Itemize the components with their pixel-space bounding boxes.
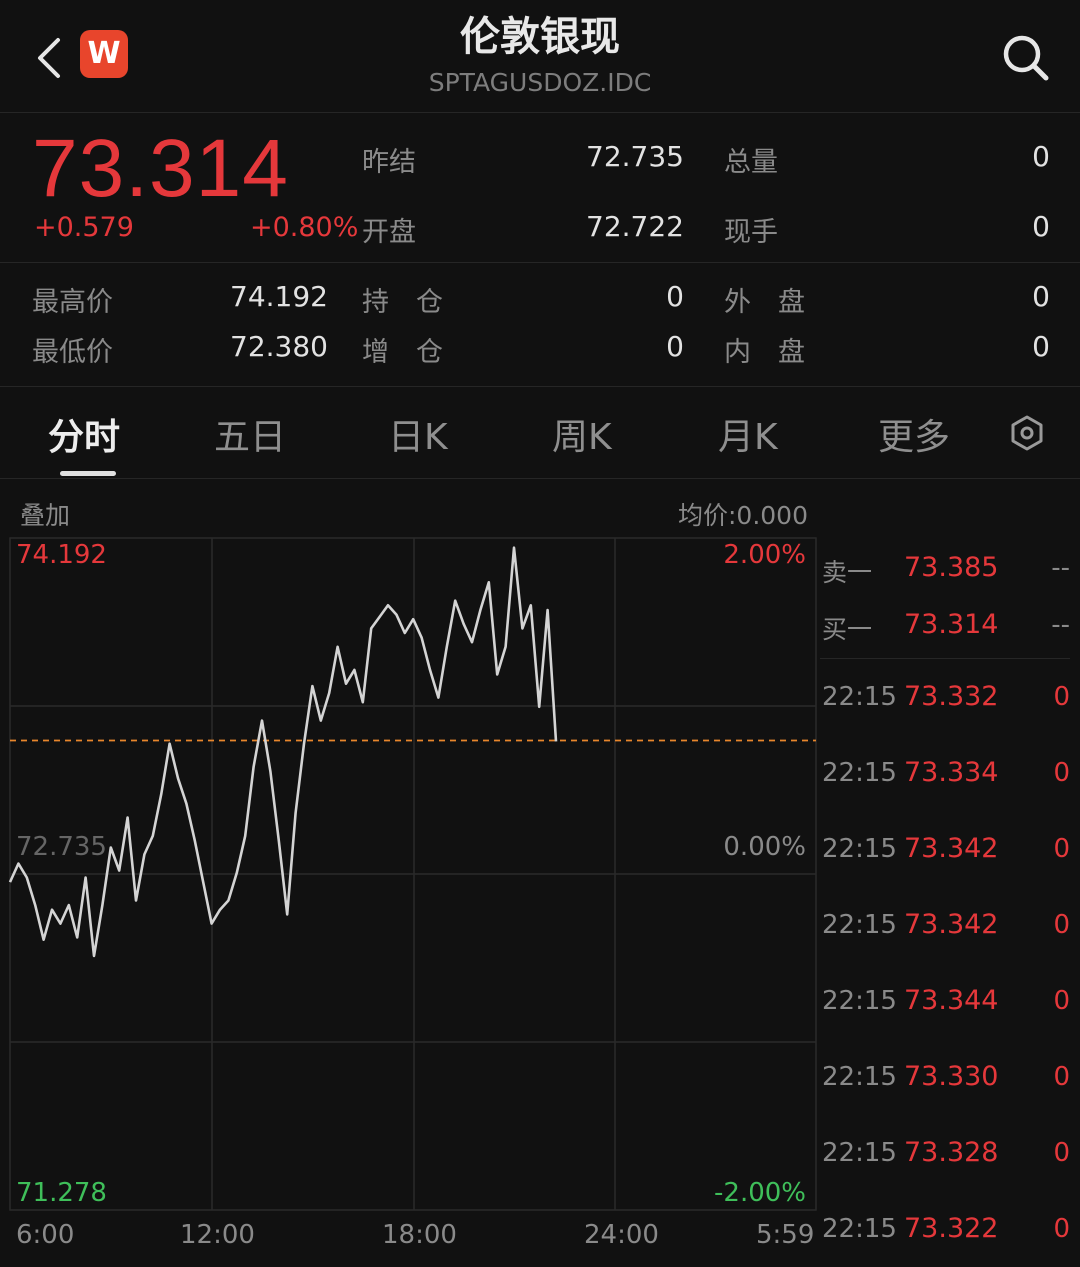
price-change: +0.579	[34, 212, 134, 243]
chart-grid	[9, 537, 817, 1211]
low-value: 72.380	[230, 330, 328, 363]
back-icon[interactable]	[30, 34, 70, 82]
prev-settle-value: 72.735	[586, 140, 684, 173]
tab-monthly-k[interactable]: 月K	[718, 408, 778, 460]
prev-settle-label: 昨结	[362, 147, 416, 178]
page-title: 伦敦银现	[460, 14, 620, 60]
total-volume-label: 总量	[724, 147, 778, 178]
tick-time: 22:15	[822, 1062, 897, 1092]
oi-change-label: 增 仓	[362, 337, 443, 368]
y-axis-top-label: 74.192	[16, 540, 107, 570]
high-value: 74.192	[230, 280, 328, 313]
tick-price: 73.334	[904, 757, 999, 788]
tick-price: 73.342	[904, 909, 999, 940]
x-axis-label: 6:00	[16, 1220, 75, 1250]
tick-price: 73.342	[904, 833, 999, 864]
pct-axis-bottom-label: -2.00%	[714, 1178, 806, 1208]
y-axis-mid-label: 72.735	[16, 832, 107, 862]
order-book-divider	[820, 658, 1070, 659]
x-axis-label: 12:00	[180, 1220, 255, 1250]
x-axis-label: 5:59	[756, 1220, 815, 1250]
low-label: 最低价	[32, 337, 113, 368]
tick-time: 22:15	[822, 758, 897, 788]
open-label: 开盘	[362, 217, 416, 248]
inner-volume-label: 内 盘	[724, 337, 805, 368]
tick-price: 73.328	[904, 1137, 999, 1168]
y-axis-bottom-label: 71.278	[16, 1178, 107, 1208]
header: W 伦敦银现 SPTAGUSDOZ.IDC	[0, 0, 1080, 112]
pct-axis-mid-label: 0.00%	[723, 832, 806, 862]
settings-icon[interactable]	[1008, 414, 1046, 452]
tick-volume: 0	[1053, 1214, 1070, 1244]
x-axis-label: 18:00	[382, 1220, 457, 1250]
tick-price: 73.322	[904, 1213, 999, 1244]
tick-volume: 0	[1053, 910, 1070, 940]
price-change-percent: +0.80%	[250, 212, 359, 243]
tick-price: 73.332	[904, 681, 999, 712]
tick-price: 73.330	[904, 1061, 999, 1092]
open-value: 72.722	[586, 210, 684, 243]
price-series-line	[8, 546, 558, 958]
tab-more[interactable]: 更多	[878, 408, 950, 460]
high-label: 最高价	[32, 287, 113, 318]
inner-volume-value: 0	[1032, 330, 1050, 363]
x-axis-label: 24:00	[584, 1220, 659, 1250]
tick-time: 22:15	[822, 986, 897, 1016]
tick-volume: 0	[1053, 986, 1070, 1016]
app-logo: W	[80, 30, 128, 78]
stats-divider	[0, 386, 1080, 387]
outer-volume-label: 外 盘	[724, 287, 805, 318]
overlay-button[interactable]: 叠加	[20, 496, 70, 532]
bid-label: 买一	[822, 615, 873, 644]
tick-volume: 0	[1053, 758, 1070, 788]
tabs-divider	[0, 478, 1080, 479]
outer-volume-value: 0	[1032, 280, 1050, 313]
search-icon[interactable]	[1000, 32, 1052, 84]
last-price: 73.314	[32, 123, 289, 214]
tick-volume: 0	[1053, 1062, 1070, 1092]
tick-time: 22:15	[822, 1138, 897, 1168]
open-interest-value: 0	[666, 280, 684, 313]
open-interest-label: 持 仓	[362, 287, 443, 318]
total-volume-value: 0	[1032, 140, 1050, 173]
pct-axis-top-label: 2.00%	[723, 540, 806, 570]
current-lot-label: 现手	[724, 217, 778, 248]
avg-price-label: 均价:0.000	[678, 501, 808, 530]
active-tab-indicator	[60, 471, 116, 476]
current-lot-value: 0	[1032, 210, 1050, 243]
oi-change-value: 0	[666, 330, 684, 363]
tab-weekly-k[interactable]: 周K	[552, 408, 612, 460]
tick-time: 22:15	[822, 910, 897, 940]
tab-intraday[interactable]: 分时	[48, 408, 120, 460]
header-divider	[0, 112, 1080, 113]
tab-five-day[interactable]: 五日	[214, 408, 286, 460]
quote-divider	[0, 262, 1080, 263]
bid-price: 73.314	[904, 609, 999, 640]
tick-volume: 0	[1053, 834, 1070, 864]
ask-volume: --	[1051, 553, 1070, 583]
intraday-chart[interactable]	[0, 530, 820, 1220]
tick-time: 22:15	[822, 834, 897, 864]
tick-time: 22:15	[822, 682, 897, 712]
bid-volume: --	[1051, 610, 1070, 640]
tab-daily-k[interactable]: 日K	[388, 408, 448, 460]
ask-label: 卖一	[822, 558, 873, 587]
tick-price: 73.344	[904, 985, 999, 1016]
tick-volume: 0	[1053, 1138, 1070, 1168]
tick-volume: 0	[1053, 682, 1070, 712]
tick-time: 22:15	[822, 1214, 897, 1244]
instrument-code: SPTAGUSDOZ.IDC	[428, 68, 652, 97]
ask-price: 73.385	[904, 552, 999, 583]
